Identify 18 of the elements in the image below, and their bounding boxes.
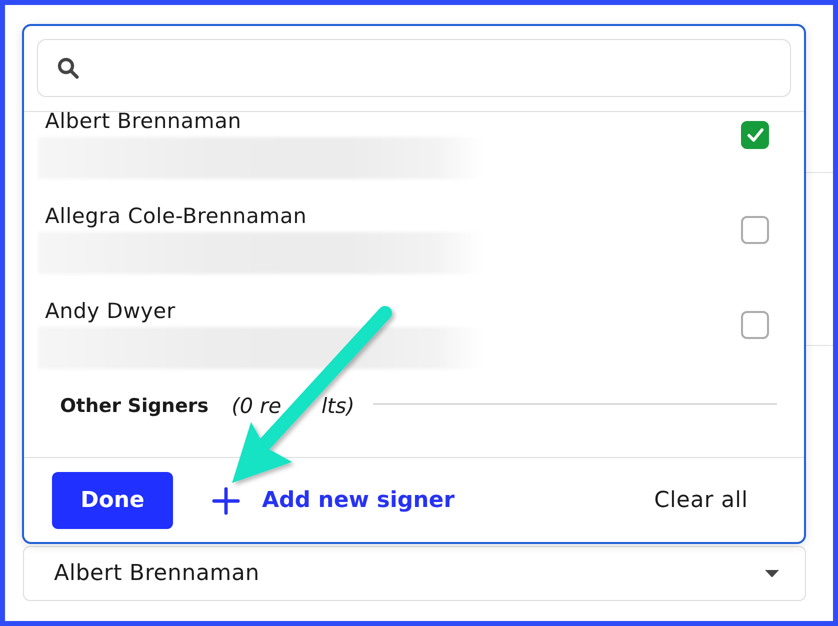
checkbox[interactable] xyxy=(741,216,769,244)
checkbox[interactable] xyxy=(741,311,769,339)
signer-name: Albert Brennaman xyxy=(45,112,242,134)
signer-name: Andy Dwyer xyxy=(45,298,176,324)
check-icon xyxy=(746,128,764,142)
signer-name: Allegra Cole-Brennaman xyxy=(45,203,307,229)
result-count: lts) xyxy=(321,394,355,418)
search-icon xyxy=(57,57,79,79)
result-count: (0 re xyxy=(232,394,282,418)
done-button[interactable]: Done xyxy=(52,472,173,529)
plus-icon xyxy=(212,486,240,514)
signer-select[interactable]: Albert Brennaman xyxy=(23,546,806,601)
add-signer-button[interactable]: Add new signer xyxy=(212,486,455,514)
checkbox[interactable] xyxy=(741,121,769,149)
search-field[interactable] xyxy=(37,39,791,97)
caret-icon xyxy=(765,570,779,578)
clear-all-button[interactable]: Clear all xyxy=(654,488,748,513)
section-heading: Other Signers xyxy=(60,395,209,417)
